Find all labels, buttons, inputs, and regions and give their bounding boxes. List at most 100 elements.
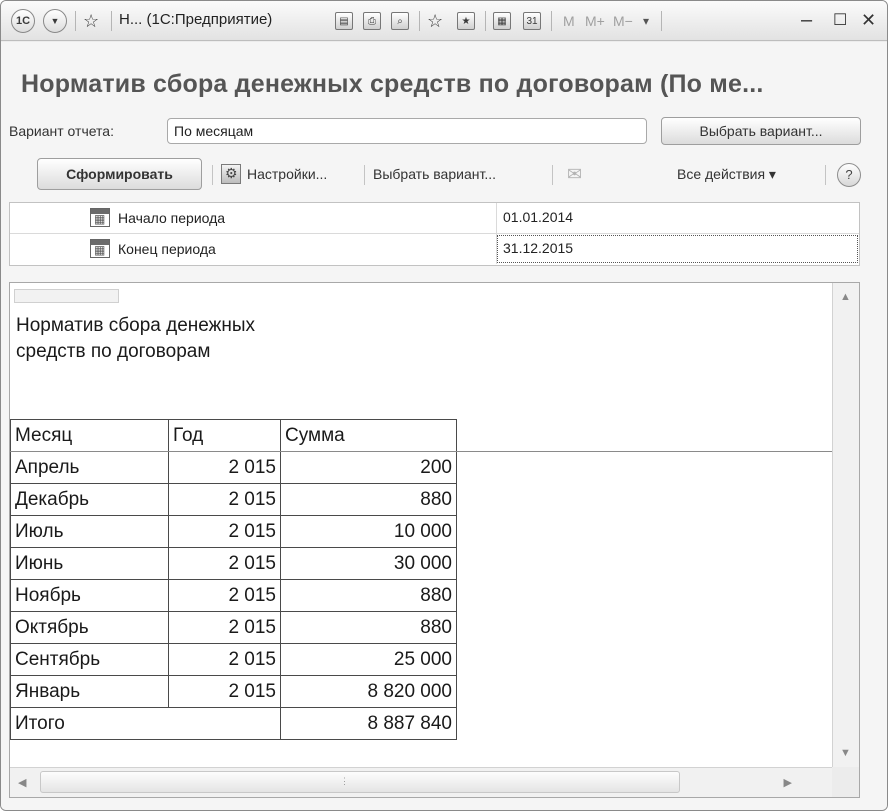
toolbar-separator	[364, 165, 365, 185]
titlebar-menu-icon[interactable]: ▾	[643, 9, 649, 33]
cell-year: 2 015	[168, 515, 281, 548]
titlebar-separator	[111, 11, 112, 31]
report-title: Норматив сбора денежных средств по догов…	[16, 315, 255, 362]
scrollbar-corner	[832, 767, 859, 797]
help-icon[interactable]: ?	[837, 163, 861, 187]
preview-icon[interactable]: ⌕	[391, 12, 409, 30]
maximize-icon[interactable]: ☐	[833, 8, 847, 32]
report-spreadsheet[interactable]: Норматив сбора денежных средств по догов…	[9, 282, 860, 798]
calculator-icon[interactable]: ▦	[493, 12, 511, 30]
vertical-scrollbar[interactable]: ▲ ▼	[832, 283, 859, 767]
cell-year: 2 015	[168, 579, 281, 612]
cell-sum: 880	[280, 579, 457, 612]
cell-month: Ноябрь	[10, 579, 169, 612]
scroll-right-icon[interactable]: ▶	[784, 776, 792, 789]
cell-month: Октябрь	[10, 611, 169, 644]
form-content: Норматив сбора денежных средств по догов…	[1, 42, 887, 810]
window-title: Н... (1С:Предприятие)	[119, 11, 273, 28]
table-row[interactable]: Апрель 2 015 200	[10, 451, 457, 484]
minimize-icon[interactable]: –	[801, 8, 812, 32]
variant-field[interactable]: По месяцам	[167, 118, 647, 144]
total-value: 8 887 840	[280, 707, 457, 740]
header-divider	[10, 451, 832, 452]
period-parameters: Начало периода 01.01.2014 Конец периода …	[9, 202, 860, 266]
column-header-sum: Сумма	[280, 419, 457, 452]
report-settings-stub	[14, 289, 119, 303]
titlebar-separator	[75, 11, 76, 31]
cell-month: Январь	[10, 675, 169, 708]
table-row[interactable]: Декабрь 2 015 880	[10, 483, 457, 516]
scroll-thumb[interactable]	[40, 771, 680, 793]
scroll-down-icon[interactable]: ▼	[840, 747, 851, 759]
cell-sum: 30 000	[280, 547, 457, 580]
grip-icon: ⋮	[340, 776, 349, 786]
cell-year: 2 015	[168, 451, 281, 484]
titlebar-separator	[661, 11, 662, 31]
toolbar-separator	[552, 165, 553, 185]
param-row-end: Конец периода 31.12.2015	[10, 234, 859, 265]
table-row[interactable]: Сентябрь 2 015 25 000	[10, 643, 457, 676]
column-header-year: Год	[168, 419, 281, 452]
start-date-field[interactable]: 01.01.2014	[496, 203, 859, 233]
choose-variant-toolbar-button[interactable]: Выбрать вариант...	[373, 166, 496, 182]
end-date-field[interactable]: 31.12.2015	[496, 234, 859, 264]
cell-sum: 25 000	[280, 643, 457, 676]
param-label: Конец периода	[118, 241, 216, 257]
choose-variant-button[interactable]: Выбрать вариант...	[661, 117, 861, 145]
command-bar: Сформировать Настройки... Выбрать вариан…	[9, 156, 867, 192]
table-header-row: Месяц Год Сумма	[10, 419, 457, 452]
settings-icon[interactable]	[221, 164, 241, 184]
memory-plus-button[interactable]: M+	[585, 9, 605, 33]
memory-minus-button[interactable]: M−	[613, 9, 633, 33]
cell-year: 2 015	[168, 547, 281, 580]
toolbar-separator	[825, 165, 826, 185]
cell-year: 2 015	[168, 611, 281, 644]
mail-icon[interactable]: ✉	[567, 164, 591, 184]
cell-sum: 10 000	[280, 515, 457, 548]
chevron-down-icon[interactable]: ▼	[43, 9, 67, 33]
cell-year: 2 015	[168, 643, 281, 676]
titlebar-separator	[485, 11, 486, 31]
close-icon[interactable]: ✕	[861, 8, 876, 32]
param-row-start: Начало периода 01.01.2014	[10, 203, 859, 234]
param-label: Начало периода	[118, 210, 226, 226]
all-actions-menu[interactable]: Все действия ▾	[677, 166, 776, 183]
save-icon[interactable]: ▤	[335, 12, 353, 30]
bookmark-icon[interactable]: ★	[457, 12, 475, 30]
table-row[interactable]: Октябрь 2 015 880	[10, 611, 457, 644]
settings-button[interactable]: Настройки...	[247, 166, 327, 182]
cell-month: Апрель	[10, 451, 169, 484]
horizontal-scrollbar[interactable]: ◀ ⋮ ▶	[10, 767, 832, 797]
memory-m-button[interactable]: M	[563, 9, 575, 33]
table-total-row[interactable]: Итого 8 887 840	[10, 707, 457, 740]
cell-sum: 880	[280, 611, 457, 644]
total-label: Итого	[10, 707, 281, 740]
cell-month: Июнь	[10, 547, 169, 580]
titlebar-separator	[551, 11, 552, 31]
cell-year: 2 015	[168, 675, 281, 708]
table-row[interactable]: Ноябрь 2 015 880	[10, 579, 457, 612]
1c-logo-icon[interactable]: 1С	[11, 9, 35, 33]
table-row[interactable]: Январь 2 015 8 820 000	[10, 675, 457, 708]
cell-month: Июль	[10, 515, 169, 548]
favorite-icon[interactable]: ☆	[427, 9, 443, 33]
column-header-month: Месяц	[10, 419, 169, 452]
table-row[interactable]: Июль 2 015 10 000	[10, 515, 457, 548]
scroll-up-icon[interactable]: ▲	[840, 291, 851, 303]
calendar-icon[interactable]: 31	[523, 12, 541, 30]
cell-month: Декабрь	[10, 483, 169, 516]
report-window: 1С ▼ ☆ Н... (1С:Предприятие) ▤ ⎙ ⌕ ☆ ★ ▦…	[0, 0, 888, 811]
star-icon[interactable]: ☆	[83, 9, 99, 33]
title-bar: 1С ▼ ☆ Н... (1С:Предприятие) ▤ ⎙ ⌕ ☆ ★ ▦…	[1, 1, 887, 41]
cell-sum: 200	[280, 451, 457, 484]
titlebar-separator	[419, 11, 420, 31]
variant-label: Вариант отчета:	[9, 123, 114, 139]
table-row[interactable]: Июнь 2 015 30 000	[10, 547, 457, 580]
print-icon[interactable]: ⎙	[363, 12, 381, 30]
toolbar-separator	[212, 165, 213, 185]
calendar-icon	[90, 239, 110, 258]
cell-year: 2 015	[168, 483, 281, 516]
scroll-left-icon[interactable]: ◀	[18, 776, 26, 789]
cell-sum: 880	[280, 483, 457, 516]
generate-button[interactable]: Сформировать	[37, 158, 202, 190]
